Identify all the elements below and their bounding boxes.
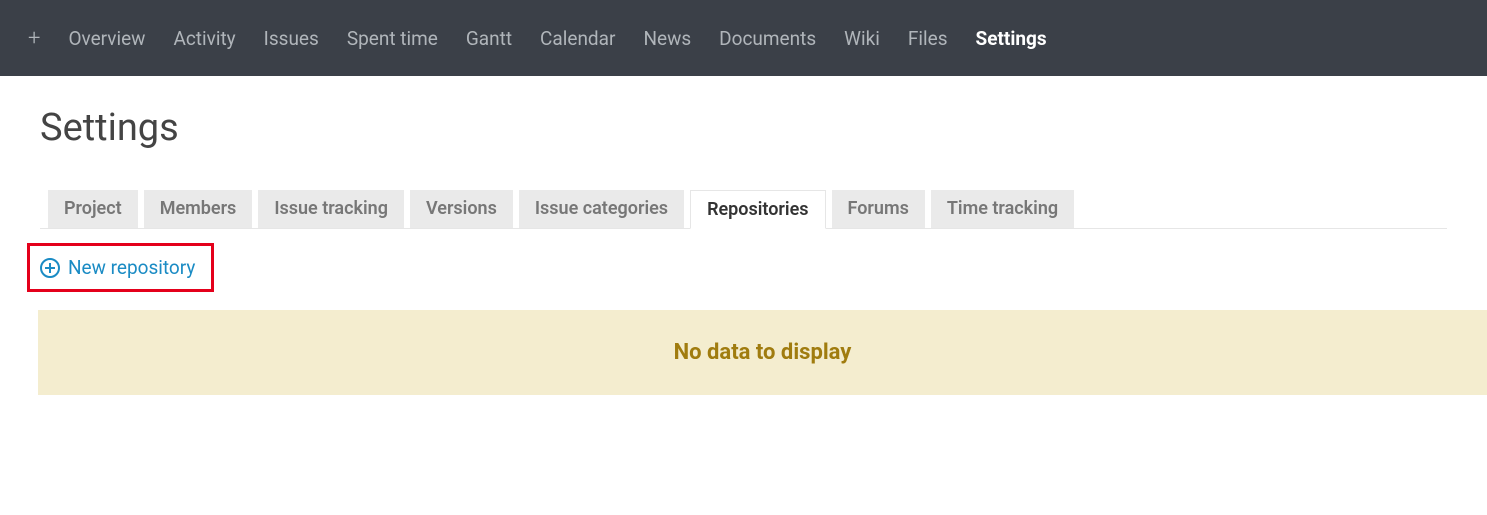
tab-repositories[interactable]: Repositories (690, 190, 825, 229)
nav-documents[interactable]: Documents (719, 27, 816, 50)
action-row: New repository (27, 243, 1447, 292)
tab-project[interactable]: Project (48, 190, 138, 228)
plus-circle-icon (40, 258, 60, 278)
tab-forums[interactable]: Forums (832, 190, 925, 228)
new-repository-label: New repository (68, 256, 195, 279)
tab-members[interactable]: Members (144, 190, 253, 228)
tab-versions[interactable]: Versions (410, 190, 513, 228)
nav-activity[interactable]: Activity (173, 27, 235, 50)
top-nav: + Overview Activity Issues Spent time Ga… (0, 0, 1487, 76)
content: Settings Project Members Issue tracking … (0, 76, 1487, 415)
nav-wiki[interactable]: Wiki (844, 27, 880, 50)
tab-issue-tracking[interactable]: Issue tracking (258, 190, 404, 228)
empty-banner: No data to display (38, 310, 1487, 395)
page-title: Settings (40, 106, 1447, 150)
nav-settings[interactable]: Settings (976, 27, 1047, 50)
tab-issue-categories[interactable]: Issue categories (519, 190, 684, 228)
nav-files[interactable]: Files (908, 27, 948, 50)
nav-news[interactable]: News (643, 27, 691, 50)
tab-time-tracking[interactable]: Time tracking (931, 190, 1074, 228)
nav-overview[interactable]: Overview (68, 27, 145, 50)
new-repository-link[interactable]: New repository (27, 243, 214, 292)
nav-spent-time[interactable]: Spent time (347, 27, 438, 50)
nav-issues[interactable]: Issues (264, 27, 319, 50)
settings-tabs: Project Members Issue tracking Versions … (40, 190, 1447, 229)
nav-gantt[interactable]: Gantt (466, 27, 512, 50)
plus-icon[interactable]: + (28, 26, 40, 51)
nav-calendar[interactable]: Calendar (540, 27, 615, 50)
